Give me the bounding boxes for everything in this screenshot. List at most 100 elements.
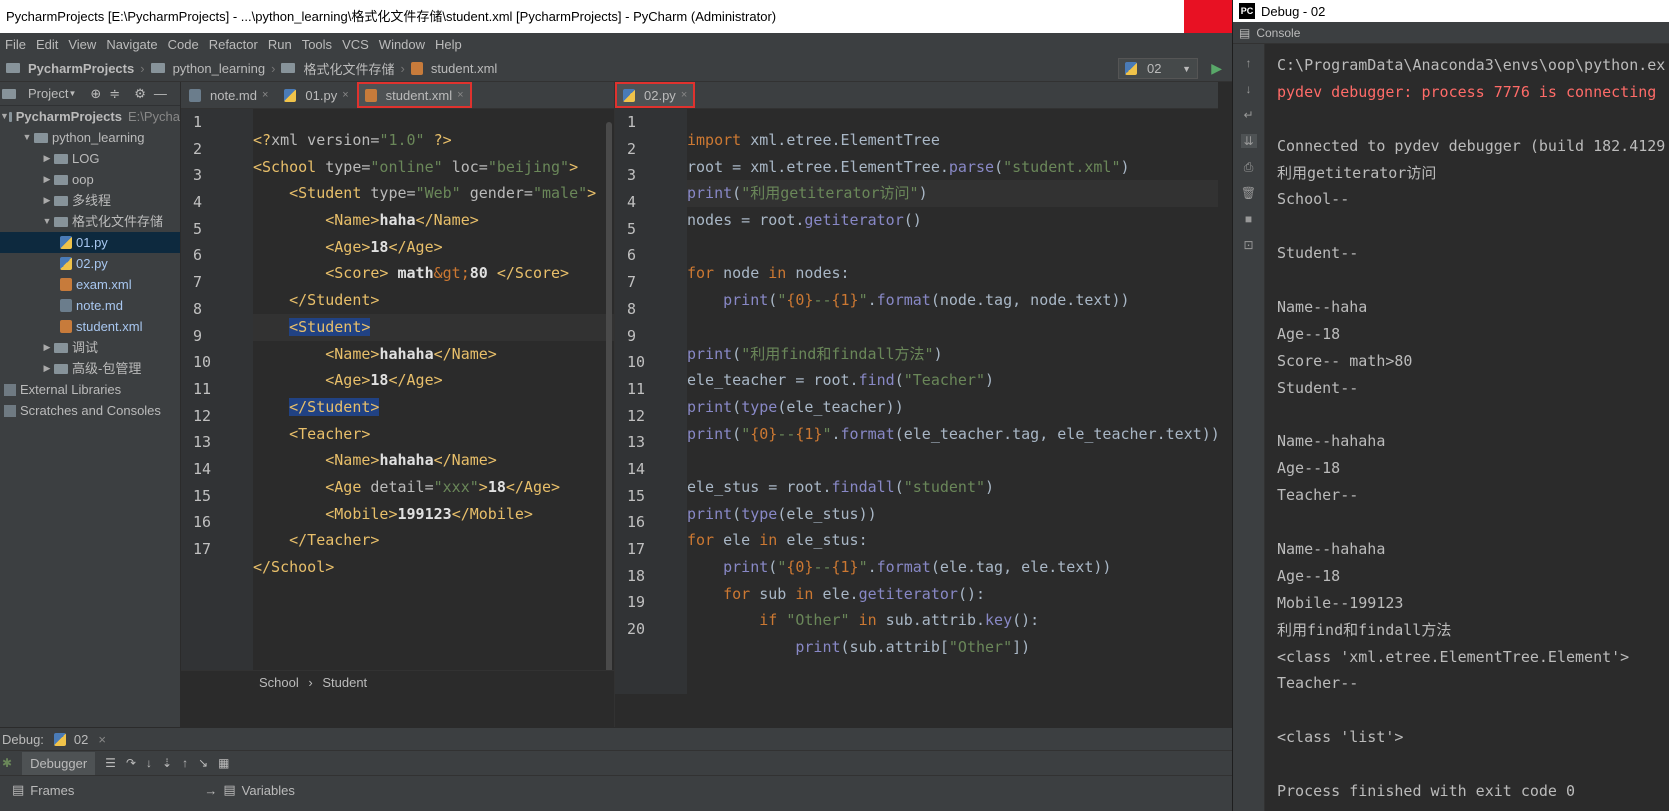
nav-crumb-python-learning[interactable]: python_learning [145,61,272,76]
step-over-icon[interactable]: ↷ [126,756,136,770]
line-number: 15 [627,486,646,505]
nav-crumb-project[interactable]: PycharmProjects [0,61,140,76]
chevron-right-icon[interactable]: ▶ [40,190,54,211]
tree-item[interactable]: ▶ oop [0,169,180,190]
run-icon[interactable]: ▶ [1211,60,1222,77]
code-area[interactable]: import xml.etree.ElementTree root = xml.e… [687,109,1218,694]
menu-tools[interactable]: Tools [297,37,337,52]
soft-wrap-icon[interactable]: ↵ [1241,108,1257,122]
tree-item[interactable]: exam.xml [0,274,180,295]
nav-crumb-label: PycharmProjects [28,60,135,76]
nav-crumb-student-xml[interactable]: student.xml [405,61,503,76]
tree-root[interactable]: ▼ PycharmProjects E:\Pycha [0,106,180,127]
tree-item-label: 02.py [76,256,108,271]
tab-note-md[interactable]: note.md × [181,82,276,108]
line-number: 17 [193,540,212,558]
tab-student-xml[interactable]: student.xml × [356,82,472,108]
tree-item[interactable]: note.md [0,295,180,316]
chevron-down-icon[interactable]: ▼ [0,106,9,127]
nav-crumb-format-folder[interactable]: 格式化文件存储 [275,59,400,78]
run-to-cursor-icon[interactable]: ↘ [198,756,208,770]
tree-item-label: 多线程 [72,193,112,208]
tab-02-py[interactable]: 02.py × [615,82,696,108]
tab-debugger[interactable]: Debugger [22,751,96,775]
menu-run[interactable]: Run [263,37,297,52]
debug-config-tab[interactable]: 02 [74,732,88,747]
folder-icon [150,63,165,73]
console-line: Name--hahaha [1277,540,1386,559]
line-number: 12 [193,406,212,425]
menu-vcs[interactable]: VCS [337,37,374,52]
close-icon[interactable]: × [262,89,268,101]
tree-item[interactable]: ▼ 格式化文件存储 [0,211,180,232]
evaluate-icon[interactable]: ▦ [218,756,229,770]
chevron-right-icon[interactable]: ▶ [40,337,54,358]
console-toolbar: ↑ ↓ ↵ ⇊ ⎙ 🗑 ■ ⊡ [1233,44,1265,811]
window-close-button[interactable] [1184,0,1232,33]
run-configuration-select[interactable]: 02 ▼ [1118,58,1198,79]
scroll-to-end-icon[interactable]: ⇊ [1240,134,1257,148]
line-number: 4 [627,193,637,212]
close-icon[interactable]: × [98,732,106,747]
xml-file-icon [410,61,423,75]
close-icon[interactable]: × [342,89,348,101]
tree-item[interactable]: ▶ 调试 [0,337,180,358]
locate-icon[interactable]: ⊕ [90,86,101,102]
tree-root-label: PycharmProjects [15,109,122,124]
folder-icon [54,174,68,185]
chevron-down-icon[interactable]: ▼ [20,127,34,148]
menu-file[interactable]: File [0,37,31,52]
chevron-right-icon[interactable]: ▶ [40,148,54,169]
close-icon[interactable]: × [457,89,463,101]
menu-help[interactable]: Help [430,37,467,52]
chevron-down-icon[interactable]: ▼ [40,211,54,232]
console-line: <class 'list'> [1277,728,1404,747]
pin-icon[interactable]: ⊡ [1241,238,1257,252]
chevron-right-icon[interactable]: ▶ [40,169,54,190]
line-number: 10 [193,353,212,372]
tree-item[interactable]: ▶ LOG [0,148,180,169]
menu-icon[interactable]: ☰ [105,756,116,770]
code-area[interactable]: <?xml version="1.0" ?> <School type="onli… [253,109,614,694]
menu-edit[interactable]: Edit [31,37,63,52]
tree-item[interactable]: ▼ python_learning [0,127,180,148]
tree-item[interactable]: External Libraries [0,379,180,400]
tree-item[interactable]: 02.py [0,253,180,274]
step-out-icon[interactable]: ↑ [182,756,188,770]
tree-item[interactable]: student.xml [0,316,180,337]
menu-refactor[interactable]: Refactor [204,37,263,52]
gear-icon[interactable]: ⚙ [134,86,146,102]
print-icon[interactable]: ⎙ [1241,160,1257,174]
arrow-up-icon[interactable]: ↑ [1241,56,1257,70]
collapse-icon[interactable]: ≑ [109,86,120,102]
line-number: 1 [193,113,203,131]
tab-01-py[interactable]: 01.py × [276,82,356,108]
menu-view[interactable]: View [63,37,101,52]
vertical-scrollbar[interactable] [606,122,612,692]
tab-console[interactable]: Console [1256,26,1300,40]
arrow-down-icon[interactable]: ↓ [1241,82,1257,96]
line-number: 8 [627,299,637,318]
tree-item[interactable]: 01.py [0,232,180,253]
xml-file-icon [60,320,72,333]
tree-item[interactable]: ▶ 多线程 [0,190,180,211]
close-icon[interactable]: × [681,89,687,101]
menu-navigate[interactable]: Navigate [101,37,162,52]
chevron-right-icon[interactable]: ▶ [40,358,54,379]
line-number: 15 [193,486,212,505]
menu-code[interactable]: Code [163,37,204,52]
step-into-my-code-icon[interactable]: ⇣ [162,756,172,770]
console-output[interactable]: C:\ProgramData\Anaconda3\envs\oop\python… [1277,52,1669,805]
menu-window[interactable]: Window [374,37,430,52]
trash-icon[interactable]: 🗑 [1241,186,1257,200]
breadcrumb-item-student[interactable]: Student [322,675,367,690]
tree-item[interactable]: ▶ 高级-包管理 [0,358,180,379]
project-view-select[interactable]: Project [28,86,68,101]
tree-item[interactable]: Scratches and Consoles [0,400,180,421]
breadcrumb-item-school[interactable]: School [259,675,299,690]
console-line: 利用getiterator访问 [1277,163,1437,182]
step-into-icon[interactable]: ↓ [146,756,152,770]
python-file-icon [60,257,72,270]
stop-icon[interactable]: ■ [1241,212,1257,226]
minimize-icon[interactable]: — [154,86,167,101]
